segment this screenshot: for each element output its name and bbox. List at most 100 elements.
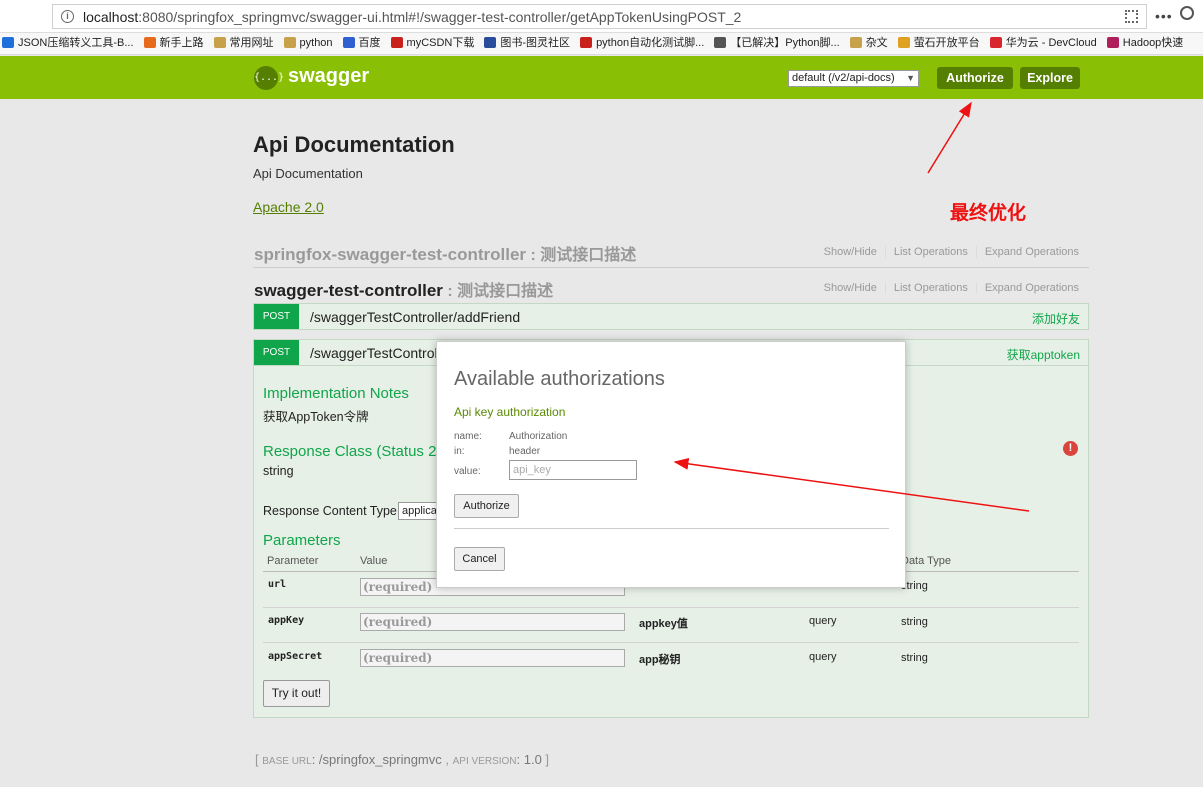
resource-name[interactable]: swagger-test-controller : 测试接口描述	[254, 277, 553, 301]
bookmark-icon	[989, 37, 1002, 48]
name-value: Authorization	[509, 431, 568, 442]
info-icon[interactable]: i	[61, 10, 74, 23]
row-divider	[263, 642, 1079, 643]
list-operations-link[interactable]: List Operations	[885, 246, 977, 258]
bookmark-item[interactable]: 华为云 - DevCloud	[988, 33, 1097, 54]
http-verb-badge[interactable]: POST	[254, 304, 299, 329]
search-icon[interactable]	[1180, 6, 1194, 20]
swagger-logo-text[interactable]: swagger	[288, 65, 369, 88]
dialog-cancel-button[interactable]: Cancel	[454, 547, 505, 571]
show-hide-link[interactable]: Show/Hide	[815, 282, 886, 294]
bookmark-item[interactable]: 图书-图灵社区	[482, 33, 570, 54]
bookmark-icon	[2, 37, 14, 48]
row-divider	[263, 607, 1079, 608]
bookmark-item[interactable]: python	[282, 33, 333, 54]
implementation-notes: 获取AppToken令牌	[263, 410, 369, 424]
bookmark-icon	[143, 37, 156, 48]
bookmark-icon	[213, 37, 226, 48]
qr-code-icon[interactable]	[1125, 10, 1138, 23]
api-key-input[interactable]: api_key	[509, 460, 637, 480]
operation-path[interactable]: /swaggerTestController/addFriend	[310, 309, 520, 325]
bookmark-icon	[849, 37, 862, 48]
bookmark-icon	[580, 37, 593, 48]
swagger-logo-icon[interactable]: {...}	[254, 66, 284, 90]
bookmark-item[interactable]: 新手上路	[142, 33, 204, 54]
bookmark-item[interactable]: python自动化测试脚...	[578, 33, 704, 54]
bookmark-icon	[897, 37, 910, 48]
in-value: header	[509, 446, 541, 457]
bookmark-icon	[342, 37, 355, 48]
arrow-to-authorize	[927, 101, 972, 174]
more-options-icon[interactable]: •••	[1155, 8, 1173, 24]
dialog-title: Available authorizations	[454, 368, 665, 390]
param-description: appkey值	[639, 618, 688, 630]
implementation-notes-heading: Implementation Notes	[263, 385, 409, 402]
address-bar[interactable]: i localhost:8080/springfox_springmvc/swa…	[52, 4, 1147, 29]
bookmark-item[interactable]: 常用网址	[212, 33, 274, 54]
bookmark-item[interactable]: 萤石开放平台	[896, 33, 980, 54]
resource-ops: Show/Hide List Operations Expand Operation…	[815, 246, 1079, 258]
footer: [ BASE URL: /springfox_springmvc , API V…	[255, 752, 550, 767]
dialog-authorize-button[interactable]: Authorize	[454, 494, 519, 518]
bookmark-item[interactable]: myCSDN下载	[389, 33, 474, 54]
swagger-header: {...} swagger default (/v2/api-docs) ▼ Au…	[0, 56, 1203, 99]
api-description: Api Documentation	[253, 166, 363, 181]
value-label: value:	[454, 466, 481, 477]
resource-ops: Show/Hide List Operations Expand Operation…	[815, 282, 1079, 294]
response-class-heading: Response Class (Status 200)	[263, 443, 459, 460]
bookmark-icon	[714, 37, 727, 48]
divider	[253, 267, 1089, 268]
parameters-heading: Parameters	[263, 532, 341, 549]
list-operations-link[interactable]: List Operations	[885, 282, 977, 294]
error-icon[interactable]: !	[1063, 441, 1078, 456]
resource-header: swagger-test-controller : 测试接口描述 Show/Hi…	[253, 272, 1089, 300]
explore-button[interactable]: Explore	[1020, 67, 1080, 89]
http-verb-badge[interactable]: POST	[254, 340, 299, 365]
in-label: in:	[454, 446, 465, 457]
try-it-out-button[interactable]: Try it out!	[263, 680, 330, 707]
bookmark-item[interactable]: 【已解决】Python脚...	[712, 33, 840, 54]
param-description: app秘钥	[639, 654, 681, 666]
chevron-down-icon: ▼	[906, 73, 915, 83]
operation-path[interactable]: /swaggerTestControl	[310, 345, 438, 361]
param-data-type: string	[901, 652, 928, 664]
bookmark-icon	[283, 37, 296, 48]
authorization-dialog: Available authorizations Api key authori…	[436, 341, 906, 588]
resource-name[interactable]: springfox-swagger-test-controller : 测试接口…	[254, 241, 636, 265]
bookmark-item[interactable]: 百度	[341, 33, 381, 54]
browser-toolbar: i localhost:8080/springfox_springmvc/swa…	[0, 0, 1203, 33]
column-header-value: Value	[360, 555, 388, 567]
column-header-data-type: Data Type	[901, 555, 951, 567]
param-name: appKey	[268, 615, 305, 626]
bookmark-item[interactable]: Hadoop快速	[1105, 33, 1183, 54]
authorize-button[interactable]: Authorize	[937, 67, 1013, 89]
response-class-value: string	[263, 464, 294, 478]
bookmark-icon	[390, 37, 403, 48]
name-label: name:	[454, 431, 482, 442]
param-appkey-input[interactable]: (required)	[360, 613, 625, 631]
expand-operations-link[interactable]: Expand Operations	[977, 246, 1079, 258]
url-text: localhost:8080/springfox_springmvc/swagg…	[83, 9, 742, 25]
expand-operations-link[interactable]: Expand Operations	[977, 282, 1079, 294]
param-name: url	[268, 579, 287, 590]
param-type: query	[809, 651, 837, 663]
bookmark-icon	[1106, 37, 1119, 48]
divider	[454, 528, 889, 529]
column-header-parameter: Parameter	[267, 555, 319, 567]
resource-header: springfox-swagger-test-controller : 测试接口…	[253, 236, 1089, 264]
show-hide-link[interactable]: Show/Hide	[815, 246, 886, 258]
operation-add-friend[interactable]: POST /swaggerTestController/addFriend 添加…	[253, 303, 1089, 330]
param-type: query	[809, 615, 837, 627]
operation-summary[interactable]: 获取apptoken	[1007, 346, 1080, 363]
param-name: appSecret	[268, 651, 323, 662]
bookmark-item[interactable]: JSON压缩转义工具-B...	[0, 33, 134, 54]
bookmarks-bar: JSON压缩转义工具-B... 新手上路 常用网址 python 百度 myCSDN下载图…	[0, 33, 1203, 55]
license-link[interactable]: Apache 2.0	[253, 199, 324, 215]
bookmark-icon	[484, 37, 497, 48]
spec-select[interactable]: default (/v2/api-docs) ▼	[788, 70, 919, 87]
param-data-type: string	[901, 616, 928, 628]
operation-summary[interactable]: 添加好友	[1032, 310, 1080, 327]
page-title: Api Documentation	[253, 132, 455, 157]
bookmark-item[interactable]: 杂文	[848, 33, 888, 54]
param-appsecret-input[interactable]: (required)	[360, 649, 625, 667]
